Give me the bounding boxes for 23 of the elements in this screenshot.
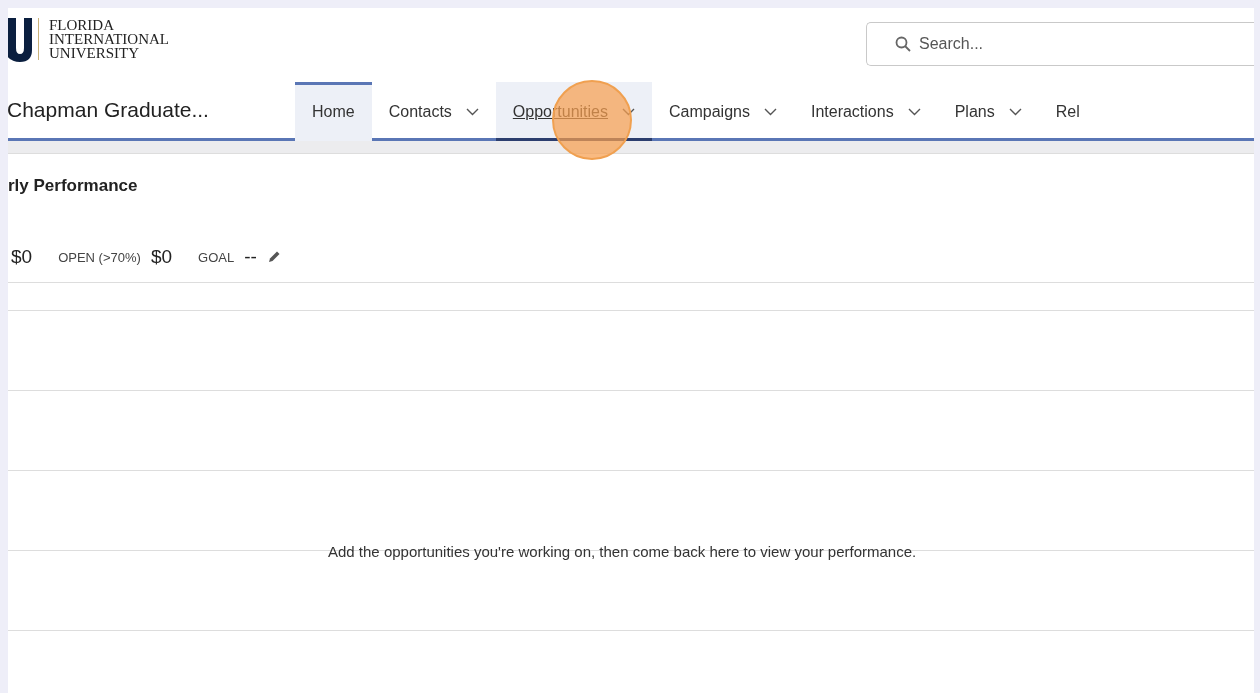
nav-tab[interactable]: Home [295, 82, 372, 141]
app-name: Chapman Graduate... [8, 97, 210, 123]
nav-tab[interactable]: Plans [937, 82, 1039, 141]
nav-tab[interactable]: Campaigns [652, 82, 794, 141]
metric-value: $0 [11, 246, 33, 268]
nav-tab[interactable]: Rel [1038, 82, 1097, 141]
nav-tab[interactable]: Contacts [371, 82, 496, 141]
pencil-icon[interactable] [266, 250, 281, 264]
section-title: rly Performance [8, 176, 139, 197]
university-name: FLORIDA INTERNATIONAL UNIVERSITY [38, 18, 169, 60]
chevron-down-icon[interactable] [907, 107, 921, 116]
chevron-down-icon[interactable] [465, 107, 479, 116]
nav-tab[interactable]: Interactions [793, 82, 938, 141]
chevron-down-icon[interactable] [1008, 107, 1022, 116]
metric-value: $0 [150, 246, 172, 268]
metric-value: -- [244, 246, 257, 268]
empty-message: Add the opportunities you're working on, then come back here to view your performance. [328, 543, 917, 560]
metric-label: OPEN (>70%) [58, 249, 141, 265]
logo-icon [8, 16, 32, 62]
chevron-down-icon[interactable] [763, 107, 777, 116]
metric-label: GOAL [198, 249, 235, 265]
search-field[interactable]: Search... [866, 22, 1254, 66]
search-icon [895, 36, 911, 52]
